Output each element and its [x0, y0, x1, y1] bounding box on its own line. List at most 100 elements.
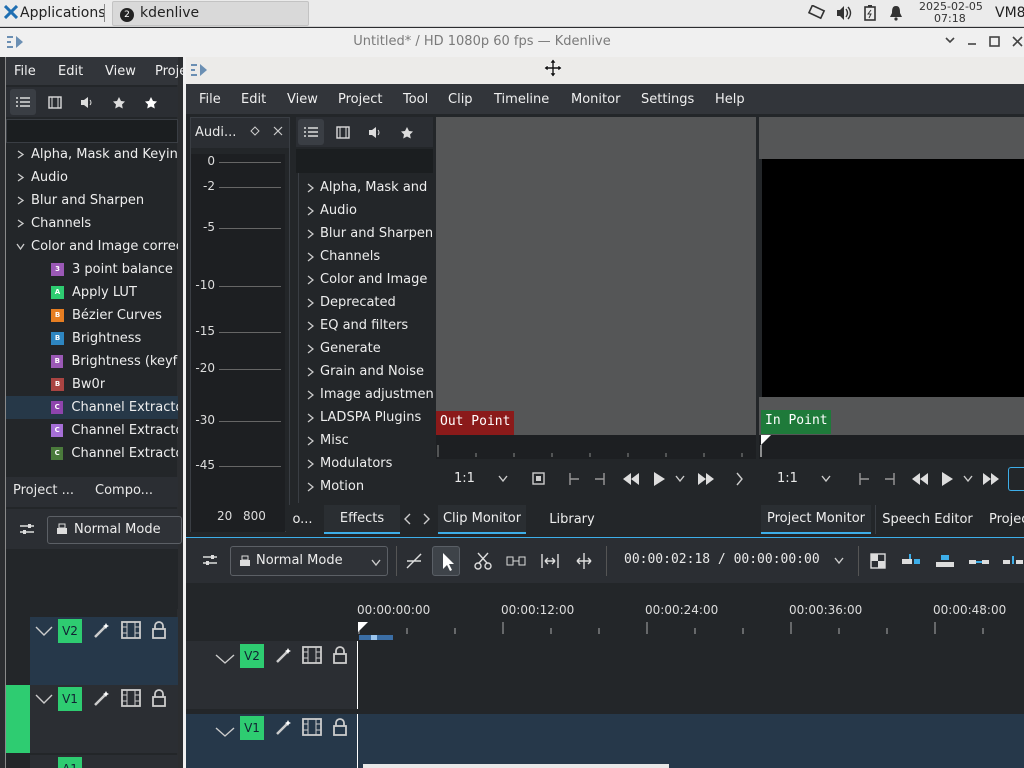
set-out-point-icon[interactable] — [594, 471, 608, 487]
effect-category[interactable]: LADSPA Plugins — [307, 406, 433, 429]
chevron-right-icon[interactable] — [307, 435, 314, 446]
clip-bar[interactable] — [363, 764, 669, 768]
effects-wand-icon[interactable] — [93, 621, 111, 639]
audio-effects-icon[interactable] — [76, 89, 98, 115]
chevron-right-icon[interactable] — [307, 182, 314, 193]
film-strip-icon[interactable] — [302, 646, 322, 664]
effect-category[interactable]: Alpha, Mask and — [307, 176, 433, 199]
timeline-ruler[interactable]: 00:00:00:00 00:00:12:00 00:00:24:00 00:00:3… — [357, 584, 1024, 640]
tabs-scroll-right-icon[interactable] — [422, 513, 430, 525]
effects-wand-icon[interactable] — [275, 718, 293, 736]
fast-forward-icon[interactable] — [982, 472, 1000, 486]
menu-project[interactable]: Project — [338, 84, 382, 114]
menu-tool[interactable]: Tool — [403, 84, 428, 114]
effects-search-input[interactable] — [296, 149, 433, 173]
tab-effects[interactable]: Effects — [324, 505, 400, 534]
list-view-icon[interactable] — [298, 119, 324, 145]
back-tree-category[interactable]: Channels — [16, 212, 178, 235]
collapse-track-icon[interactable] — [35, 625, 53, 637]
front-title-bar[interactable] — [186, 57, 1024, 84]
tab-clip-monitor[interactable]: Clip Monitor — [438, 505, 526, 534]
favorite-star-icon[interactable] — [140, 89, 162, 115]
chevron-down-icon[interactable] — [834, 557, 844, 565]
chevron-down-icon[interactable] — [963, 475, 973, 483]
clock-time[interactable]: 07:18 — [934, 13, 966, 24]
tab-compositions[interactable]: o... — [286, 505, 319, 534]
video-effects-icon[interactable] — [44, 89, 66, 115]
chevron-right-icon[interactable] — [307, 205, 314, 216]
tab-project-monitor[interactable]: Project Monitor — [761, 505, 871, 534]
chevron-right-icon[interactable] — [16, 173, 25, 182]
menu-timeline[interactable]: Timeline — [494, 84, 549, 114]
clip-monitor-ruler[interactable] — [436, 435, 756, 459]
effect-category[interactable]: Motion — [307, 475, 433, 498]
taskbar-task-kdenlive[interactable]: 2 kdenlive — [112, 1, 309, 26]
effect-category[interactable]: EQ and filters — [307, 314, 433, 337]
tabs-scroll-left-icon[interactable] — [404, 513, 412, 525]
chevron-right-icon[interactable] — [307, 228, 314, 239]
effect-category[interactable]: Generate — [307, 337, 433, 360]
effect-category[interactable]: On Master — [307, 498, 433, 503]
extract-icon[interactable] — [968, 552, 990, 570]
network-icon[interactable] — [808, 5, 826, 21]
back-effect-item[interactable]: C Channel Extracto — [6, 396, 178, 419]
back-menu-view[interactable]: View — [105, 57, 136, 85]
notifications-bell-icon[interactable] — [889, 5, 903, 21]
menu-monitor[interactable]: Monitor — [571, 84, 620, 114]
list-view-icon[interactable] — [10, 89, 36, 115]
collapse-track-icon[interactable] — [215, 653, 235, 665]
menu-settings[interactable]: Settings — [641, 84, 694, 114]
lift-icon[interactable] — [1002, 552, 1024, 570]
back-track-v1[interactable]: V1 — [30, 685, 178, 753]
chevron-right-icon[interactable] — [307, 251, 314, 262]
back-effect-item[interactable]: C Channel Extracto — [6, 442, 178, 465]
applications-menu[interactable]: Applications — [20, 5, 106, 21]
multicam-tool-icon[interactable] — [574, 552, 594, 570]
overwrite-clip-icon[interactable] — [934, 552, 956, 570]
back-effect-item[interactable]: B Brightness (keyfr — [6, 350, 178, 373]
effect-category[interactable]: Blur and Sharpen — [307, 222, 433, 245]
lock-icon[interactable] — [151, 621, 167, 639]
chevron-right-icon[interactable] — [307, 366, 314, 377]
chevron-down-icon[interactable] — [16, 242, 25, 251]
collapse-track-icon[interactable] — [35, 693, 53, 705]
project-monitor-screen[interactable] — [762, 159, 1024, 397]
effects-wand-icon[interactable] — [93, 689, 111, 707]
chevron-right-icon[interactable] — [16, 150, 25, 159]
more-controls-icon[interactable] — [735, 472, 743, 486]
chevron-right-icon[interactable] — [307, 412, 314, 423]
split-view-icon[interactable] — [870, 553, 886, 569]
back-tree-category[interactable]: Alpha, Mask and Keyin — [16, 143, 178, 166]
film-strip-icon[interactable] — [121, 621, 141, 639]
video-effects-icon[interactable] — [332, 119, 354, 145]
chevron-right-icon[interactable] — [307, 389, 314, 400]
chevron-right-icon[interactable] — [307, 274, 314, 285]
back-effect-item[interactable]: B Brightness — [6, 327, 178, 350]
back-track-a1[interactable]: A1 — [30, 755, 178, 768]
effect-category[interactable]: Modulators — [307, 452, 433, 475]
menu-clip[interactable]: Clip — [448, 84, 473, 114]
effect-category[interactable]: Audio — [307, 199, 433, 222]
fast-forward-icon[interactable] — [697, 472, 715, 486]
back-effect-item[interactable]: B Bézier Curves — [6, 304, 178, 327]
chevron-down-icon[interactable] — [821, 475, 831, 483]
chevron-down-icon[interactable] — [675, 475, 685, 483]
back-effects-search[interactable] — [6, 119, 178, 143]
custom-effects-icon[interactable] — [108, 89, 130, 115]
menu-help[interactable]: Help — [715, 84, 745, 114]
back-mode-select[interactable]: Normal Mode — [47, 516, 182, 544]
set-in-point-icon[interactable] — [856, 471, 870, 487]
back-menu-file[interactable]: File — [14, 57, 36, 85]
close-dock-icon[interactable] — [273, 126, 283, 136]
volume-icon[interactable] — [835, 5, 853, 21]
lock-icon[interactable] — [332, 718, 348, 736]
track-lane-v1[interactable] — [357, 714, 1024, 768]
back-effect-item[interactable]: A Apply LUT — [6, 281, 178, 304]
back-tree-category[interactable]: Color and Image correc — [16, 235, 178, 258]
effect-category[interactable]: Grain and Noise — [307, 360, 433, 383]
back-tree-category[interactable]: Audio — [16, 166, 178, 189]
timeline-timecode[interactable]: 00:00:02:18 / 00:00:00:00 — [624, 552, 820, 567]
back-effect-item[interactable]: 3 3 point balance — [6, 258, 178, 281]
back-effect-item[interactable]: B Bw0r — [6, 373, 178, 396]
menu-view[interactable]: View — [287, 84, 318, 114]
